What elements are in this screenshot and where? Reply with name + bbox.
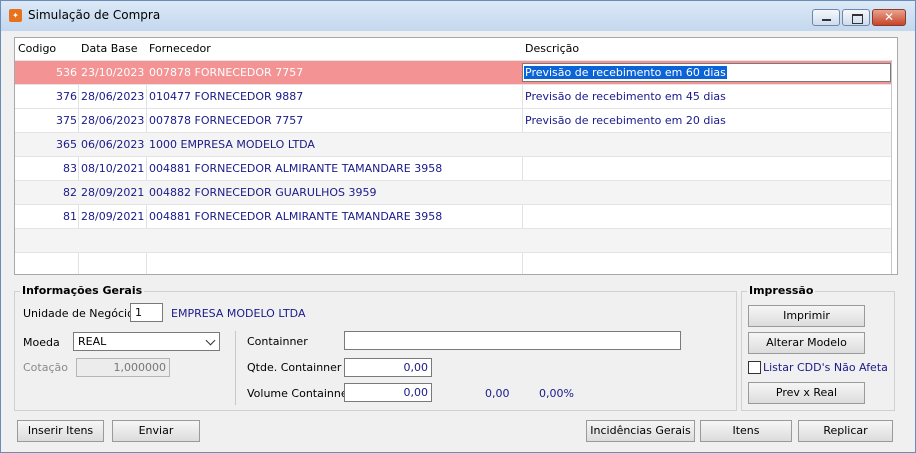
enviar-button[interactable]: Enviar bbox=[112, 420, 200, 442]
table-row[interactable]: 376 28/06/2023 010477 FORNECEDOR 9887 Pr… bbox=[15, 84, 891, 108]
inserir-itens-button[interactable]: Inserir Itens bbox=[17, 420, 104, 442]
moeda-label: Moeda bbox=[23, 336, 60, 349]
cell-data-base: 08/10/2021 bbox=[81, 162, 145, 175]
cell-codigo: 536 bbox=[56, 66, 77, 79]
volume-total-value: 0,00 bbox=[485, 387, 510, 400]
cell-codigo: 365 bbox=[56, 138, 77, 151]
chevron-down-icon bbox=[205, 335, 216, 346]
listar-cdd-checkbox[interactable] bbox=[748, 361, 761, 374]
containner-label: Containner bbox=[247, 335, 308, 348]
informacoes-gerais-title: Informações Gerais bbox=[20, 284, 145, 297]
app-logo-icon: ✦ bbox=[9, 9, 22, 22]
cell-codigo: 81 bbox=[63, 210, 77, 223]
unidade-negocio-value: 1 bbox=[135, 306, 142, 319]
cell-data-base: 28/06/2023 bbox=[81, 114, 145, 127]
cell-fornecedor: 007878 FORNECEDOR 7757 bbox=[149, 114, 304, 127]
window-title: Simulação de Compra bbox=[28, 8, 161, 22]
table-header: Codigo Data Base Fornecedor Descrição bbox=[15, 38, 897, 60]
table-row[interactable]: 82 28/09/2021 004882 FORNECEDOR GUARULHO… bbox=[15, 180, 891, 204]
cell-data-base: 28/09/2021 bbox=[81, 210, 145, 223]
maximize-button[interactable] bbox=[842, 9, 870, 26]
prev-x-real-button[interactable]: Prev x Real bbox=[748, 382, 865, 404]
moeda-selected-value: REAL bbox=[78, 335, 107, 348]
close-icon: ✕ bbox=[884, 10, 895, 24]
qtde-containner-value: 0,00 bbox=[403, 361, 429, 374]
minimize-button[interactable] bbox=[812, 9, 840, 26]
cell-fornecedor: 004881 FORNECEDOR ALMIRANTE TAMANDARE 39… bbox=[149, 162, 443, 175]
minimize-icon bbox=[822, 19, 831, 21]
cell-data-base: 23/10/2023 bbox=[81, 66, 145, 79]
cell-fornecedor: 004881 FORNECEDOR ALMIRANTE TAMANDARE 39… bbox=[149, 210, 443, 223]
volume-containner-value: 0,00 bbox=[403, 386, 429, 399]
qtde-containner-label: Qtde. Containner bbox=[247, 361, 342, 374]
table-row-selected[interactable]: 536 23/10/2023 007878 FORNECEDOR 7757 Pr… bbox=[15, 60, 891, 84]
title-bar: ✦ Simulação de Compra ✕ bbox=[1, 1, 915, 31]
cell-data-base: 28/09/2021 bbox=[81, 186, 145, 199]
itens-button[interactable]: Itens bbox=[700, 420, 792, 442]
replicar-button[interactable]: Replicar bbox=[798, 420, 893, 442]
impressao-title: Impressão bbox=[747, 284, 816, 297]
cell-codigo: 82 bbox=[63, 186, 77, 199]
cotacao-value: 1,000000 bbox=[113, 361, 167, 374]
cell-codigo: 83 bbox=[63, 162, 77, 175]
close-button[interactable]: ✕ bbox=[872, 9, 906, 26]
cell-descricao: Previsão de recebimento em 20 dias bbox=[525, 114, 726, 127]
volume-containner-input[interactable]: 0,00 bbox=[344, 383, 432, 402]
table-row[interactable]: 365 06/06/2023 1000 EMPRESA MODELO LTDA bbox=[15, 132, 891, 156]
column-header-descricao[interactable]: Descrição bbox=[525, 42, 579, 55]
cotacao-label: Cotação bbox=[23, 361, 68, 374]
cell-codigo: 375 bbox=[56, 114, 77, 127]
unidade-negocio-name: EMPRESA MODELO LTDA bbox=[171, 307, 306, 320]
qtde-containner-input[interactable]: 0,00 bbox=[344, 358, 432, 377]
table-row[interactable]: 375 28/06/2023 007878 FORNECEDOR 7757 Pr… bbox=[15, 108, 891, 132]
alterar-modelo-button[interactable]: Alterar Modelo bbox=[748, 332, 865, 354]
unidade-negocio-input[interactable]: 1 bbox=[130, 303, 163, 322]
column-header-fornecedor[interactable]: Fornecedor bbox=[149, 42, 211, 55]
cell-fornecedor: 004882 FORNECEDOR GUARULHOS 3959 bbox=[149, 186, 377, 199]
maximize-icon bbox=[852, 14, 863, 24]
table-row-empty[interactable] bbox=[15, 228, 891, 252]
table-row[interactable]: 81 28/09/2021 004881 FORNECEDOR ALMIRANT… bbox=[15, 204, 891, 228]
simulations-table[interactable]: Codigo Data Base Fornecedor Descrição 53… bbox=[14, 37, 898, 275]
volume-containner-label: Volume Containner bbox=[247, 387, 353, 400]
listar-cdd-label[interactable]: Listar CDD's Não Afeta bbox=[763, 361, 888, 374]
cell-data-base: 28/06/2023 bbox=[81, 90, 145, 103]
descricao-edit-field[interactable]: Previsão de recebimento em 60 dias bbox=[522, 63, 891, 82]
incidencias-gerais-button[interactable]: Incidências Gerais bbox=[586, 420, 695, 442]
table-row[interactable]: 83 08/10/2021 004881 FORNECEDOR ALMIRANT… bbox=[15, 156, 891, 180]
cotacao-input[interactable]: 1,000000 bbox=[76, 358, 170, 377]
vertical-scrollbar[interactable] bbox=[891, 38, 892, 274]
table-row-empty[interactable] bbox=[15, 252, 891, 274]
moeda-select[interactable]: REAL bbox=[73, 332, 220, 351]
cell-codigo: 376 bbox=[56, 90, 77, 103]
containner-input[interactable] bbox=[344, 331, 681, 350]
cell-data-base: 06/06/2023 bbox=[81, 138, 145, 151]
unidade-negocio-label: Unidade de Negócio bbox=[23, 307, 134, 320]
column-header-codigo[interactable]: Codigo bbox=[18, 42, 56, 55]
imprimir-button[interactable]: Imprimir bbox=[748, 305, 865, 327]
column-header-data-base[interactable]: Data Base bbox=[81, 42, 138, 55]
cell-fornecedor: 007878 FORNECEDOR 7757 bbox=[149, 66, 304, 79]
cell-descricao: Previsão de recebimento em 45 dias bbox=[525, 90, 726, 103]
descricao-selected-text: Previsão de recebimento em 60 dias bbox=[524, 66, 727, 79]
cell-fornecedor: 1000 EMPRESA MODELO LTDA bbox=[149, 138, 315, 151]
volume-percent-value: 0,00% bbox=[539, 387, 574, 400]
divider bbox=[235, 331, 236, 405]
cell-fornecedor: 010477 FORNECEDOR 9887 bbox=[149, 90, 304, 103]
simulacao-compra-window: ✦ Simulação de Compra ✕ Codigo Data Base… bbox=[0, 0, 916, 453]
